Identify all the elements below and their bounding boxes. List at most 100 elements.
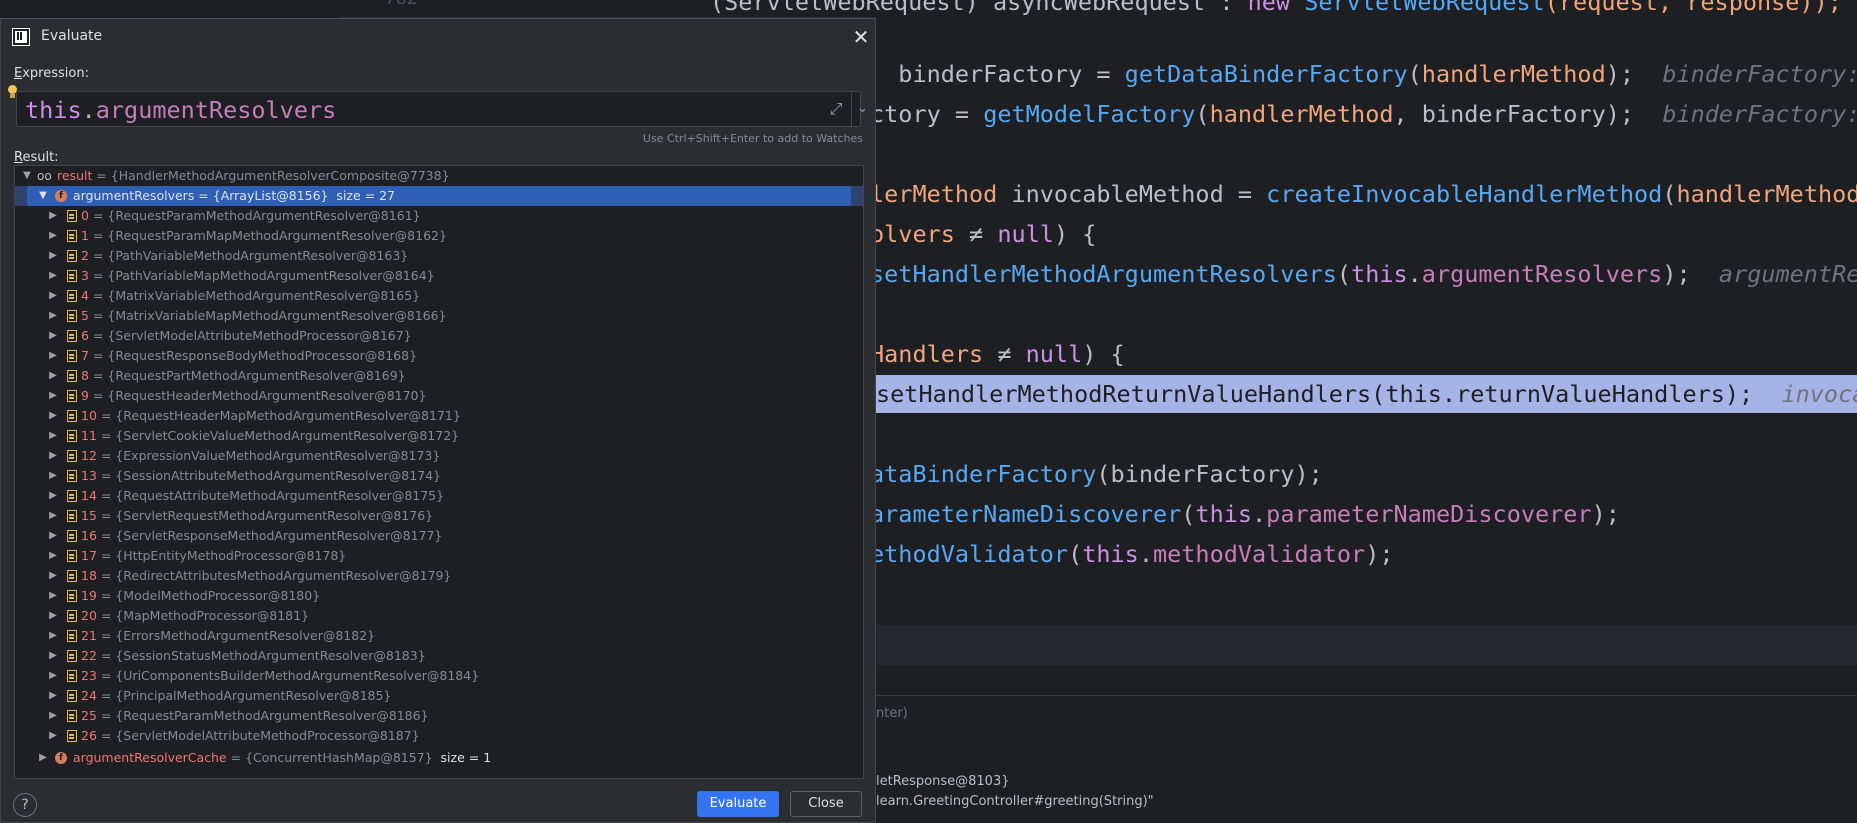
- chevron-right-icon[interactable]: ▶: [47, 486, 59, 506]
- object-icon: [67, 330, 77, 342]
- chevron-right-icon[interactable]: ▶: [47, 246, 59, 266]
- object-icon: [67, 690, 77, 702]
- chevron-right-icon[interactable]: ▶: [47, 306, 59, 326]
- tree-row[interactable]: ▶ 11 = {ServletCookieValueMethodArgumentR…: [15, 426, 863, 446]
- chevron-down-icon[interactable]: ▼: [21, 166, 33, 186]
- chevron-right-icon[interactable]: ▶: [47, 426, 59, 446]
- current-line-highlight: [876, 625, 1857, 665]
- dialog-title-bar[interactable]: Evaluate ✕: [1, 19, 875, 55]
- object-icon: [67, 250, 77, 262]
- tree-row[interactable]: ▶ 22 = {SessionStatusMethodArgumentResolv…: [15, 646, 863, 666]
- expression-label: Expression:: [14, 66, 89, 81]
- chevron-right-icon[interactable]: ▶: [47, 546, 59, 566]
- chevron-right-icon[interactable]: ▶: [47, 626, 59, 646]
- chevron-down-icon[interactable]: ⌄: [851, 92, 873, 126]
- tree-row[interactable]: ▶ 21 = {ErrorsMethodArgumentResolver@8182…: [15, 626, 863, 646]
- chevron-right-icon[interactable]: ▶: [47, 386, 59, 406]
- tree-row[interactable]: ▶ 24 = {PrincipalMethodArgumentResolver@8…: [15, 686, 863, 706]
- tree-row[interactable]: ▶ 3 = {PathVariableMapMethodArgumentResol…: [15, 266, 863, 286]
- tree-row[interactable]: ▶ 5 = {MatrixVariableMapMethodArgumentRes…: [15, 306, 863, 326]
- chevron-right-icon[interactable]: ▶: [47, 666, 59, 686]
- chevron-right-icon[interactable]: ▶: [47, 466, 59, 486]
- tree-row[interactable]: ▶ 18 = {RedirectAttributesMethodArgumentR…: [15, 566, 863, 586]
- tree-row[interactable]: ▶ 16 = {ServletResponseMethodArgumentReso…: [15, 526, 863, 546]
- panel-hint: nter): [876, 706, 908, 721]
- code-line: setHandlerMethodArgumentResolvers(this.a…: [870, 260, 1857, 288]
- field-icon: f: [55, 752, 67, 764]
- tree-row[interactable]: ▶ 12 = {ExpressionValueMethodArgumentReso…: [15, 446, 863, 466]
- tree-row[interactable]: ▶ 19 = {ModelMethodProcessor@8180}: [15, 586, 863, 606]
- tree-row[interactable]: ▶ 8 = {RequestPartMethodArgumentResolver@…: [15, 366, 863, 386]
- close-button[interactable]: Close: [790, 791, 862, 817]
- expression-input[interactable]: this.argumentResolvers ⤢ ⌄: [16, 91, 868, 127]
- chevron-right-icon[interactable]: ▶: [47, 326, 59, 346]
- tree-row[interactable]: ▶ 7 = {RequestResponseBodyMethodProcessor…: [15, 346, 863, 366]
- chevron-right-icon[interactable]: ▶: [47, 266, 59, 286]
- object-icon: [67, 730, 77, 742]
- chevron-right-icon[interactable]: ▶: [47, 366, 59, 386]
- tree-row[interactable]: ▶ 4 = {MatrixVariableMethodArgumentResolv…: [15, 286, 863, 306]
- chevron-right-icon[interactable]: ▶: [47, 226, 59, 246]
- tree-row[interactable]: ▶ 9 = {RequestHeaderMethodArgumentResolve…: [15, 386, 863, 406]
- chevron-right-icon[interactable]: ▶: [47, 506, 59, 526]
- object-icon: [67, 230, 77, 242]
- object-icon: [67, 650, 77, 662]
- chevron-right-icon[interactable]: ▶: [47, 346, 59, 366]
- tree-row-cache[interactable]: ▶ f argumentResolverCache = {ConcurrentH…: [15, 748, 863, 768]
- tree-row[interactable]: ▶ 15 = {ServletRequestMethodArgumentResol…: [15, 506, 863, 526]
- chevron-right-icon[interactable]: ▶: [47, 646, 59, 666]
- tree-row[interactable]: ▶ 14 = {RequestAttributeMethodArgumentRes…: [15, 486, 863, 506]
- object-icon: [67, 410, 77, 422]
- tree-row[interactable]: ▶ 2 = {PathVariableMethodArgumentResolver…: [15, 246, 863, 266]
- intellij-logo-icon: [12, 28, 30, 46]
- result-tree[interactable]: ▼ oo result = {HandlerMethodArgumentReso…: [14, 165, 864, 779]
- close-icon[interactable]: ✕: [849, 25, 873, 49]
- panel-value-line: learn.GreetingController#greeting(String…: [876, 794, 1154, 809]
- object-icon: [67, 550, 77, 562]
- chevron-down-icon[interactable]: ▼: [37, 186, 49, 206]
- tree-row[interactable]: ▶ 1 = {RequestParamMapMethodArgumentResol…: [15, 226, 863, 246]
- evaluate-dialog: Evaluate ✕ Expression: this.argumentReso…: [0, 18, 876, 823]
- dialog-title: Evaluate: [41, 28, 103, 44]
- chevron-right-icon[interactable]: ▶: [47, 206, 59, 226]
- tree-row-selected[interactable]: ▼ f argumentResolvers = {ArrayList@8156}…: [15, 186, 863, 206]
- evaluate-button[interactable]: Evaluate: [697, 791, 779, 817]
- tree-row[interactable]: ▶ 0 = {RequestParamMethodArgumentResolver…: [15, 206, 863, 226]
- object-icon: [67, 270, 77, 282]
- tree-row[interactable]: ▶ 17 = {HttpEntityMethodProcessor@8178}: [15, 546, 863, 566]
- code-line: setHandlerMethodReturnValueHandlers(this…: [876, 380, 1857, 408]
- expand-icon[interactable]: ⤢: [827, 100, 845, 118]
- chevron-right-icon[interactable]: ▶: [47, 706, 59, 726]
- chevron-right-icon[interactable]: ▶: [47, 566, 59, 586]
- tree-row[interactable]: ▶ 20 = {MapMethodProcessor@8181}: [15, 606, 863, 626]
- tree-row[interactable]: ▶ 26 = {ServletModelAttributeMethodProces…: [15, 726, 863, 746]
- chevron-right-icon[interactable]: ▶: [47, 726, 59, 746]
- tree-row[interactable]: ▶ 6 = {ServletModelAttributeMethodProcess…: [15, 326, 863, 346]
- tree-row[interactable]: ▶ 13 = {SessionAttributeMethodArgumentRes…: [15, 466, 863, 486]
- chevron-right-icon[interactable]: ▶: [47, 446, 59, 466]
- chevron-right-icon[interactable]: ▶: [47, 286, 59, 306]
- tree-row[interactable]: ▶ 25 = {RequestParamMethodArgumentResolve…: [15, 706, 863, 726]
- object-icon: [67, 470, 77, 482]
- code-line: ethodValidator(this.methodValidator);: [870, 540, 1394, 568]
- chevron-right-icon[interactable]: ▶: [37, 748, 49, 768]
- object-icon: [67, 390, 77, 402]
- chevron-right-icon[interactable]: ▶: [47, 406, 59, 426]
- tree-row[interactable]: ▶ 10 = {RequestHeaderMapMethodArgumentRes…: [15, 406, 863, 426]
- field-icon: f: [55, 190, 67, 202]
- code-line: olvers ≠ null) {: [870, 220, 1097, 248]
- expression-text[interactable]: this.argumentResolvers: [25, 96, 336, 124]
- chevron-right-icon[interactable]: ▶: [47, 526, 59, 546]
- tree-row[interactable]: ▶ 23 = {UriComponentsBuilderMethodArgumen…: [15, 666, 863, 686]
- chevron-right-icon[interactable]: ▶: [47, 686, 59, 706]
- chevron-right-icon[interactable]: ▶: [47, 606, 59, 626]
- object-icon: [67, 510, 77, 522]
- code-line: ctory = getModelFactory(handlerMethod, b…: [870, 100, 1857, 128]
- object-icon: [67, 710, 77, 722]
- help-button[interactable]: ?: [13, 793, 37, 817]
- code-line: binderFactory = getDataBinderFactory(han…: [870, 60, 1857, 88]
- object-icon: [67, 370, 77, 382]
- chevron-right-icon[interactable]: ▶: [47, 586, 59, 606]
- debugger-variables-panel: nter) letResponse@8103} learn.GreetingCo…: [876, 695, 1857, 823]
- tree-root-row[interactable]: ▼ oo result = {HandlerMethodArgumentReso…: [15, 166, 863, 186]
